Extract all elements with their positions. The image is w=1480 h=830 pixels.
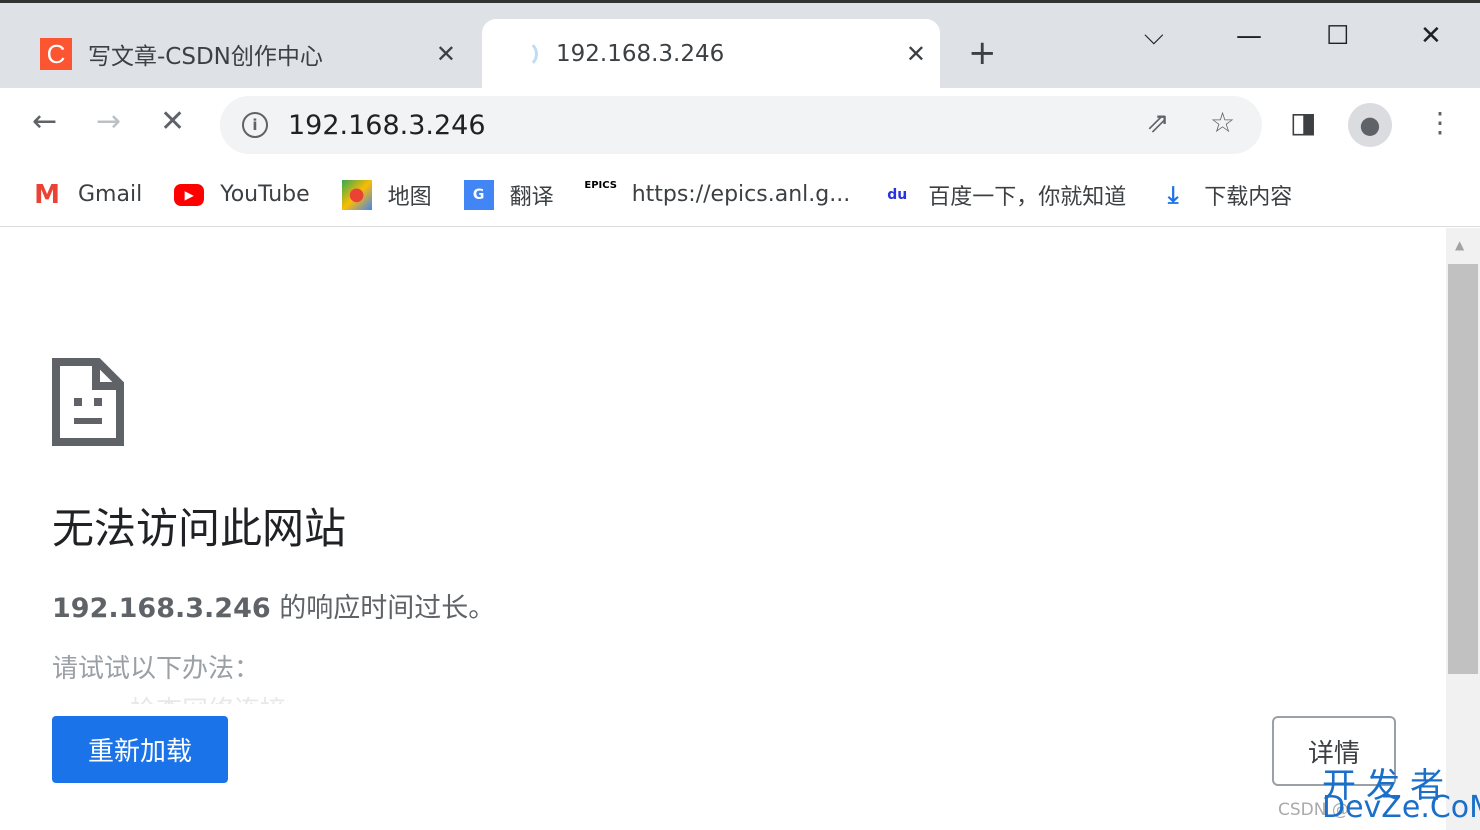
bookmark-baidu[interactable]: du 百度一下，你就知道 xyxy=(882,179,1126,211)
tab-title: 192.168.3.246 xyxy=(556,41,725,67)
watermark-line2: DevZe.CoM xyxy=(1322,790,1480,825)
forward-button[interactable]: → xyxy=(96,104,121,139)
suggestion-heading: 请试试以下办法： xyxy=(52,654,261,684)
error-host: 192.168.3.246 xyxy=(52,593,271,624)
bookmark-gmail[interactable]: M Gmail xyxy=(32,180,142,210)
bookmark-maps[interactable]: ● 地图 xyxy=(341,179,432,211)
scrollbar-thumb[interactable] xyxy=(1448,264,1478,674)
tab-search-chevron-icon[interactable]: ⌵ xyxy=(1144,21,1164,52)
info-icon[interactable]: i xyxy=(242,112,268,138)
sad-document-icon xyxy=(52,358,124,446)
minimize-button[interactable]: — xyxy=(1236,21,1262,51)
bookmark-star-icon[interactable]: ☆ xyxy=(1210,106,1235,139)
address-bar[interactable]: i 192.168.3.246 ⇗ ☆ xyxy=(220,96,1262,154)
maximize-button[interactable]: ☐ xyxy=(1326,21,1349,51)
tab-active[interactable]: 192.168.3.246 ✕ xyxy=(482,19,940,89)
close-window-button[interactable]: ✕ xyxy=(1420,21,1442,51)
scrollbar[interactable]: ▲ xyxy=(1446,228,1480,830)
bookmark-translate[interactable]: G 翻译 xyxy=(463,179,554,211)
error-message: 192.168.3.246 的响应时间过长。 xyxy=(52,593,496,624)
bookmark-downloads[interactable]: ⤓ 下载内容 xyxy=(1158,179,1292,211)
baidu-icon: du xyxy=(887,186,908,203)
error-title: 无法访问此网站 xyxy=(52,504,347,553)
download-icon: ⤓ xyxy=(1167,180,1179,209)
epics-icon: EPICS xyxy=(584,179,617,191)
gmail-icon: M xyxy=(34,179,60,210)
tab-title: 写文章-CSDN创作中心 xyxy=(88,44,323,70)
scroll-up-icon[interactable]: ▲ xyxy=(1455,238,1464,252)
share-icon[interactable]: ⇗ xyxy=(1146,106,1169,139)
url-text[interactable]: 192.168.3.246 xyxy=(288,110,486,141)
tab-csdn[interactable]: C 写文章-CSDN创作中心 ✕ xyxy=(40,19,470,89)
youtube-icon: ▶ xyxy=(174,183,205,206)
loading-spinner-icon xyxy=(510,40,538,68)
bookmark-youtube[interactable]: ▶ YouTube xyxy=(174,182,310,207)
csdn-favicon-icon: C xyxy=(40,38,72,70)
new-tab-button[interactable]: + xyxy=(968,33,997,73)
back-button[interactable]: ← xyxy=(32,104,57,139)
reload-button[interactable]: 重新加载 xyxy=(52,716,228,783)
bookmark-epics[interactable]: EPICS https://epics.anl.g... xyxy=(584,179,850,210)
close-tab-icon[interactable]: ✕ xyxy=(906,40,926,68)
menu-kebab-icon[interactable]: ⋮ xyxy=(1426,106,1454,139)
close-tab-icon[interactable]: ✕ xyxy=(436,40,456,68)
side-panel-icon[interactable]: ◨ xyxy=(1290,106,1316,139)
maps-icon: ● xyxy=(341,179,372,210)
suggestion-item: 检查网络连接 xyxy=(130,690,286,704)
profile-avatar-icon[interactable]: ● xyxy=(1348,103,1392,147)
stop-button[interactable]: ✕ xyxy=(160,104,185,139)
bookmarks-bar: M Gmail ▶ YouTube ● 地图 G 翻译 EPICS https://epi… xyxy=(0,163,1480,227)
title-bar: C 写文章-CSDN创作中心 ✕ 192.168.3.246 ✕ + ⌵ — ☐… xyxy=(0,0,1480,89)
translate-icon: G xyxy=(463,179,494,210)
